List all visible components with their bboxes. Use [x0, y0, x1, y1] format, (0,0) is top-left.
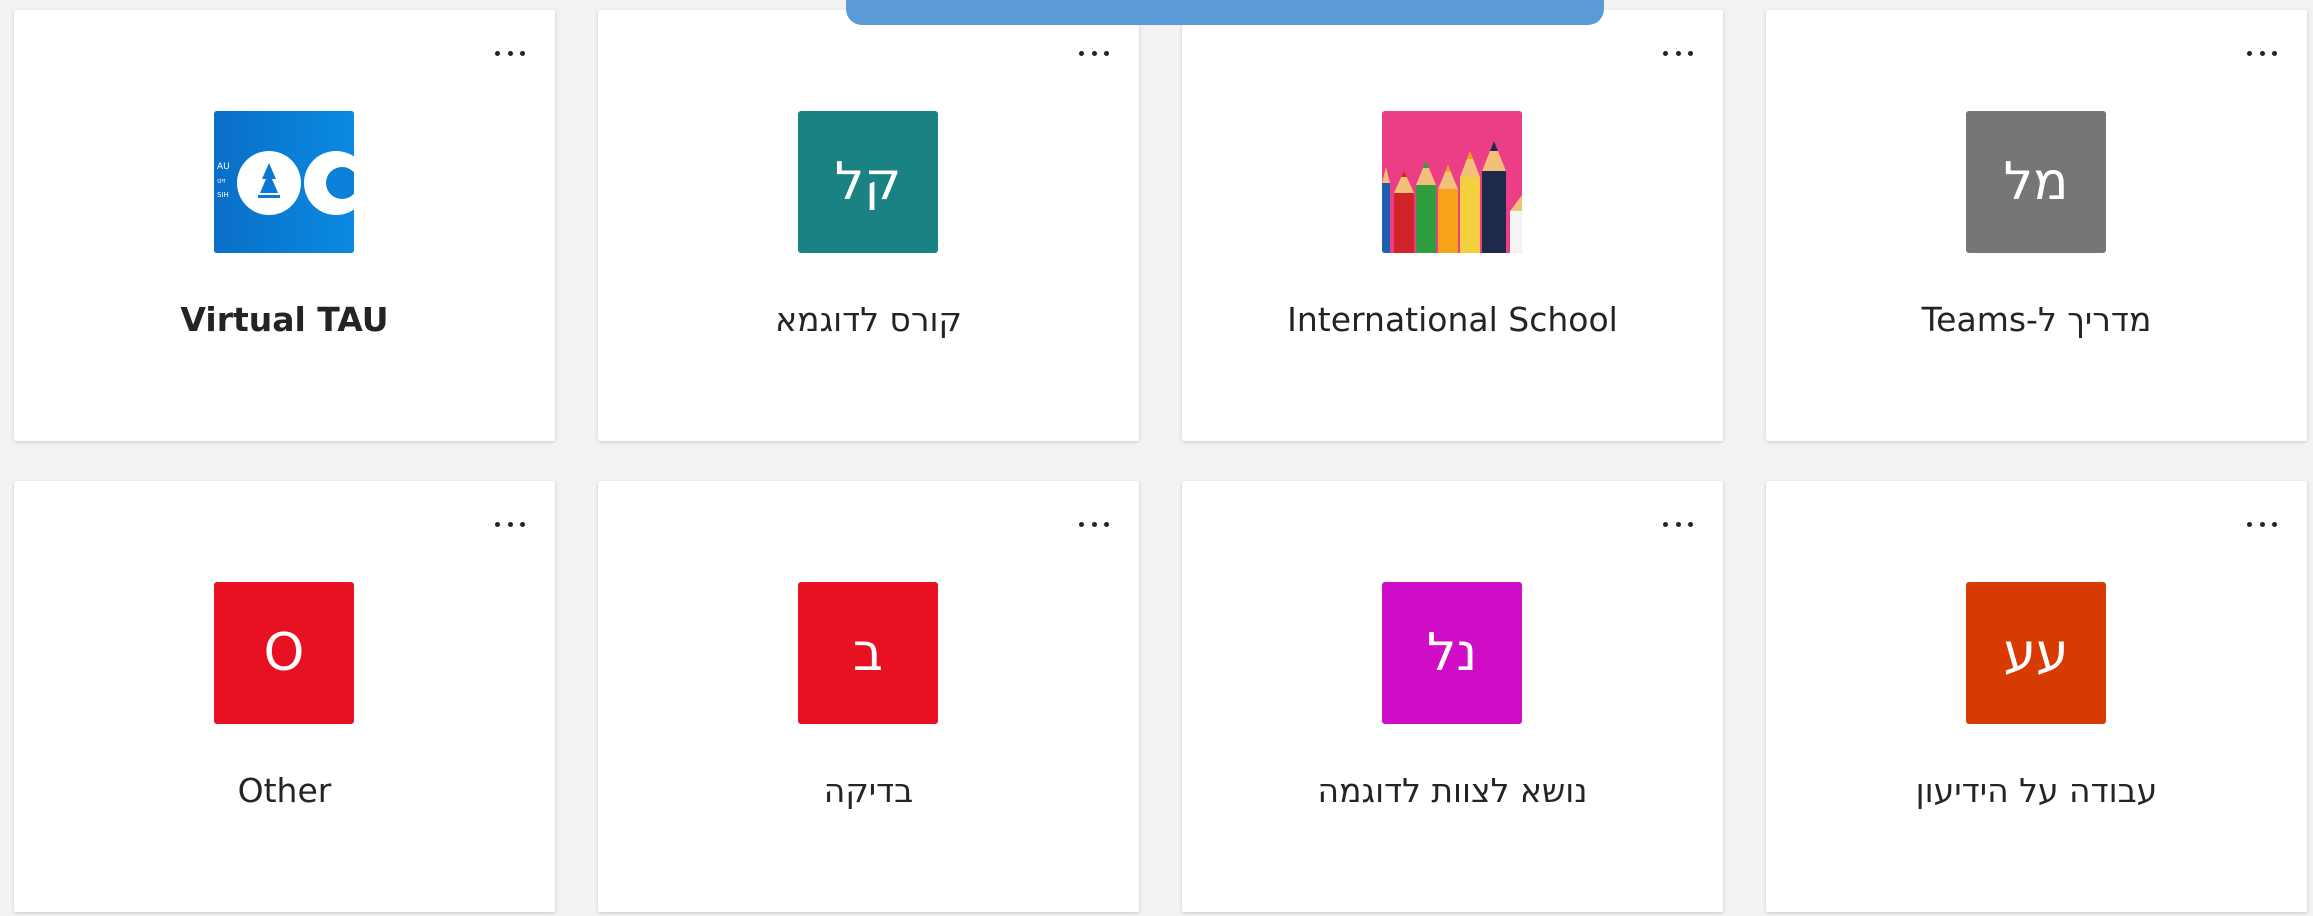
team-card-example-topic[interactable]: נל נושא לצוות לדוגמה — [1182, 481, 1723, 912]
team-name: נושא לצוות לדוגמה — [1317, 771, 1588, 810]
team-card-international-school[interactable]: International School — [1182, 10, 1723, 441]
more-options-icon[interactable] — [2247, 517, 2277, 531]
more-options-icon[interactable] — [2247, 46, 2277, 60]
team-name: מדריך ל-Teams — [1921, 300, 2152, 339]
more-options-icon[interactable] — [495, 46, 525, 60]
team-avatar: עע — [1966, 582, 2106, 724]
svg-text:AU: AU — [217, 162, 230, 172]
team-name: בדיקה — [823, 771, 914, 810]
team-avatar: מל — [1966, 111, 2106, 253]
team-card-newsletter-work[interactable]: עע עבודה על הידיעון — [1766, 481, 2307, 912]
svg-text:זיט: זיט — [217, 177, 226, 185]
team-avatar: ב — [798, 582, 938, 724]
tau-logo-icon: AU זיט SIH — [214, 111, 354, 253]
team-name: Other — [237, 771, 332, 810]
team-card-example-course[interactable]: קל קורס לדוגמא — [598, 10, 1139, 441]
team-avatar: קל — [798, 111, 938, 253]
team-avatar: O — [214, 582, 354, 724]
team-avatar: נל — [1382, 582, 1522, 724]
pencils-icon — [1382, 111, 1522, 253]
team-name: קורס לדוגמא — [775, 300, 962, 339]
team-card-virtual-tau[interactable]: AU זיט SIH Virtual TAU — [14, 10, 555, 441]
team-name: International School — [1287, 300, 1618, 339]
team-name: עבודה על הידיעון — [1915, 771, 2158, 810]
more-options-icon[interactable] — [495, 517, 525, 531]
more-options-icon[interactable] — [1663, 517, 1693, 531]
team-name: Virtual TAU — [180, 300, 389, 339]
team-card-other[interactable]: O Other — [14, 481, 555, 912]
teams-grid: AU זיט SIH Virtual TAU קל קורס לדוגמא In… — [14, 10, 2307, 912]
team-card-teams-guide[interactable]: מל מדריך ל-Teams — [1766, 10, 2307, 441]
team-card-test[interactable]: ב בדיקה — [598, 481, 1139, 912]
more-options-icon[interactable] — [1079, 517, 1109, 531]
more-options-icon[interactable] — [1663, 46, 1693, 60]
more-options-icon[interactable] — [1079, 46, 1109, 60]
overlay-banner — [846, 0, 1604, 25]
svg-text:SIH: SIH — [217, 191, 229, 199]
